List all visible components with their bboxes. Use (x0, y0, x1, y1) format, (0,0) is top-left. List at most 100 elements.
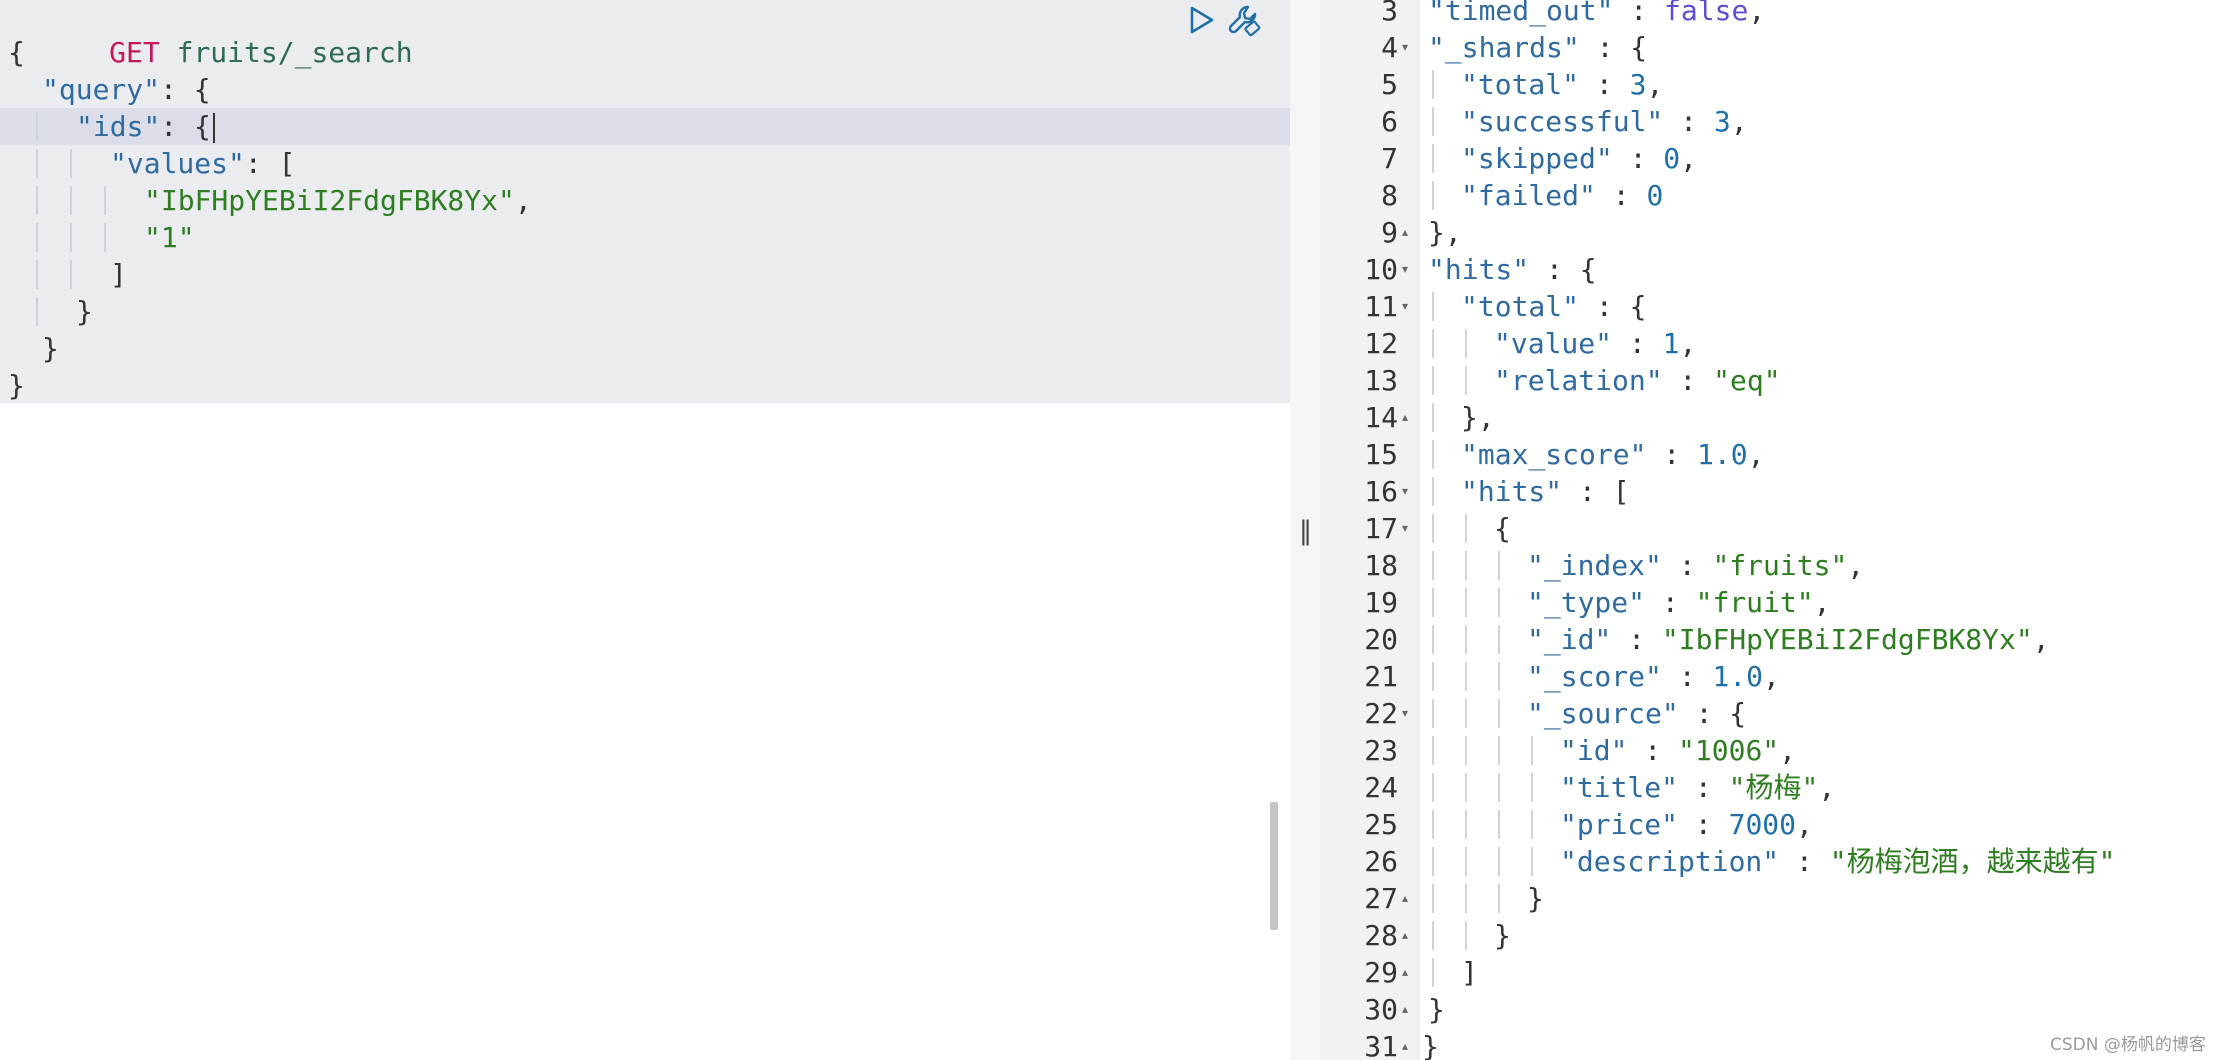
indent-guide (1465, 921, 1467, 950)
code-token: "杨梅泡酒，越来越有" (1829, 845, 2116, 878)
request-actions (1186, 2, 1262, 38)
indent-guide (70, 223, 72, 252)
code-token: "1006" (1678, 734, 1780, 767)
request-code-line[interactable]: } (76, 293, 93, 330)
line-number: 26 (1364, 845, 1398, 878)
response-code-line: "hits" : { (1428, 251, 1597, 288)
fold-arrow-icon[interactable]: ▾ (1402, 251, 1418, 288)
request-code-line[interactable]: "ids": { (76, 108, 215, 145)
fold-arrow-icon[interactable]: ▾ (1402, 29, 1418, 66)
indent-guide (1432, 884, 1434, 913)
indent-guide (1432, 847, 1434, 876)
line-number: 12 (1364, 327, 1398, 360)
response-code-line: }, (1461, 399, 1495, 436)
code-token: , (1680, 142, 1698, 175)
response-code-line: ] (1461, 954, 1478, 991)
response-code-line: "_type" : "fruit", (1527, 584, 1830, 621)
request-code-line[interactable]: { (8, 34, 25, 71)
code-token: "failed" (1461, 179, 1596, 212)
response-code-line: "successful" : 3, (1461, 103, 1748, 140)
indent-guide (1498, 588, 1500, 617)
code-token: false (1664, 0, 1749, 27)
line-number: 13 (1364, 364, 1398, 397)
code-token: } (76, 295, 93, 328)
code-token: : { (1579, 31, 1648, 64)
line-number: 28 (1364, 919, 1398, 952)
code-token: "relation" (1494, 364, 1663, 397)
code-token: "_index" (1527, 549, 1662, 582)
indent-guide (36, 186, 38, 215)
indent-guide (1432, 292, 1434, 321)
code-token: : (1779, 845, 1830, 878)
code-token: } (1422, 1030, 1439, 1060)
response-code-line: "timed_out" : false, (1428, 0, 1765, 29)
code-token: "_shards" (1428, 31, 1580, 64)
indent-guide (1465, 773, 1467, 802)
line-number: 25 (1364, 808, 1398, 841)
response-code-line: "title" : "杨梅", (1560, 769, 1835, 806)
indent-guide (1498, 736, 1500, 765)
code-token: , (514, 184, 532, 217)
request-code-line[interactable]: } (42, 330, 59, 367)
splitter-handle-icon[interactable]: ‖ (1299, 518, 1312, 544)
indent-guide (1498, 847, 1500, 876)
code-token: "price" (1560, 808, 1679, 841)
code-token: , (2032, 623, 2050, 656)
fold-arrow-icon[interactable]: ▾ (1402, 288, 1418, 325)
indent-guide (1432, 625, 1434, 654)
code-token: , (1847, 549, 1865, 582)
code-token: : (1662, 364, 1714, 397)
indent-guide (1432, 440, 1434, 469)
code-token: "_id" (1527, 623, 1612, 656)
line-number: 30 (1364, 993, 1398, 1026)
unfold-arrow-icon[interactable]: ▴ (1402, 880, 1418, 917)
code-token: "total" (1461, 68, 1580, 101)
indent-guide (1498, 699, 1500, 728)
response-code-line: }, (1428, 214, 1462, 251)
unfold-arrow-icon[interactable]: ▴ (1402, 1028, 1418, 1060)
fold-arrow-icon[interactable]: ▾ (1402, 695, 1418, 732)
response-code-line: "value" : 1, (1494, 325, 1696, 362)
indent-guide (1465, 847, 1467, 876)
play-icon[interactable] (1186, 4, 1216, 36)
unfold-arrow-icon[interactable]: ▴ (1402, 399, 1418, 436)
indent-guide (1465, 329, 1467, 358)
code-token: 7000 (1728, 808, 1797, 841)
indent-guide (70, 186, 72, 215)
wrench-icon[interactable] (1226, 2, 1262, 38)
indent-guide (1465, 699, 1467, 728)
code-token: : (1661, 660, 1713, 693)
code-token: : (1661, 549, 1713, 582)
request-scrollbar[interactable] (1270, 802, 1278, 930)
response-code-line: "price" : 7000, (1560, 806, 1813, 843)
code-token: , (1796, 808, 1813, 841)
fold-arrow-icon[interactable]: ▾ (1402, 473, 1418, 510)
unfold-arrow-icon[interactable]: ▴ (1402, 991, 1418, 1028)
code-token: 0 (1646, 179, 1664, 212)
indent-guide (1432, 699, 1434, 728)
response-viewer[interactable]: 3 4 ▾ 5 6 7 8 9 ▴ 10 ▾ 11 ▾ 12 13 14 ▴ 15 16 ▾ 17 ▾ 18 19 20 21 22… (1320, 0, 2238, 1060)
line-number: 16 (1364, 475, 1398, 508)
request-code-line[interactable]: "query": { (42, 71, 211, 108)
response-code-line: "_shards" : { (1428, 29, 1647, 66)
request-method-line[interactable]: GET fruits/_search (8, 0, 412, 69)
request-code-line[interactable]: "IbFHpYEBiI2FdgFBK8Yx", (144, 182, 532, 219)
code-token: : { (160, 110, 211, 143)
request-editor[interactable]: GET fruits/_search { "query": {"ids": {"v… (0, 0, 1290, 1060)
indent-guide (1465, 588, 1467, 617)
unfold-arrow-icon[interactable]: ▴ (1402, 954, 1418, 991)
indent-guide (1432, 477, 1434, 506)
indent-guide (1432, 588, 1434, 617)
fold-arrow-icon[interactable]: ▾ (1402, 510, 1418, 547)
response-code-line: { (1494, 510, 1511, 547)
request-code-line[interactable]: ] (110, 256, 127, 293)
unfold-arrow-icon[interactable]: ▴ (1402, 917, 1418, 954)
code-token: "description" (1560, 845, 1780, 878)
indent-guide (1531, 773, 1533, 802)
code-token: "_source" (1527, 697, 1679, 730)
code-token: , (1747, 438, 1765, 471)
request-code-line[interactable]: "1" (144, 219, 195, 256)
request-code-line[interactable]: } (8, 367, 25, 404)
unfold-arrow-icon[interactable]: ▴ (1402, 214, 1418, 251)
request-code-line[interactable]: "values": [ (110, 145, 295, 182)
